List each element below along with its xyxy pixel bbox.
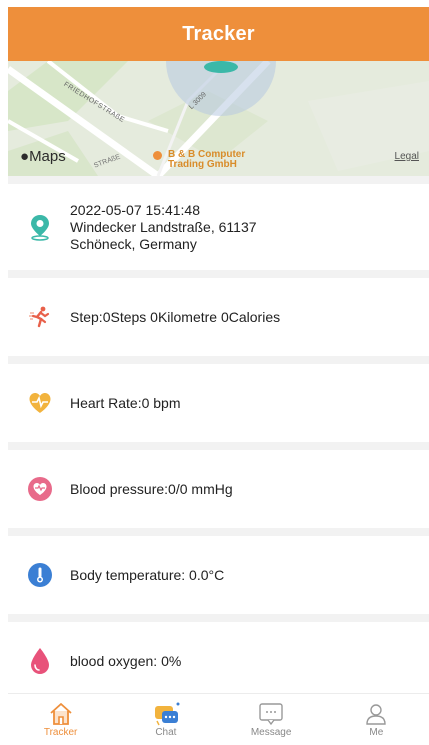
tab-label: Message [250,727,292,738]
maps-logo: ●Maps [20,148,66,165]
apple-logo-icon: ● [20,148,30,165]
poi-label[interactable]: B & B Computer Trading GmbH [168,150,245,170]
blood-oxygen-row[interactable]: blood oxygen: 0% [8,622,429,700]
person-icon [364,701,388,727]
divider [8,270,429,278]
header-bar: Tracker [8,7,429,61]
divider [8,442,429,450]
chat-icon [151,701,181,727]
blood-drop-icon [26,647,54,675]
location-datetime: 2022-05-07 15:41:48 [70,201,200,218]
tab-tracker[interactable]: Tracker [21,701,101,738]
tab-label: Chat [155,727,177,738]
map-view[interactable]: FRIEDHOFSTRAßE L 3009 STRAßE ●Maps B & B… [8,61,429,176]
divider [8,614,429,622]
blood-oxygen-label: blood oxygen: 0% [70,653,182,669]
legal-link[interactable]: Legal [395,151,419,162]
divider [8,356,429,364]
location-row[interactable]: 2022-05-07 15:41:48 Windecker Landstraße… [8,184,429,270]
home-icon [48,701,74,727]
thermometer-icon [26,561,54,589]
tab-message[interactable]: Message [231,701,311,738]
tab-chat[interactable]: Chat [126,701,206,738]
body-temperature-label: Body temperature: 0.0°C [70,567,225,583]
poi-marker-icon [153,151,162,160]
tab-me[interactable]: Me [336,701,416,738]
location-address-line2: Schöneck, Germany [70,235,197,252]
divider [8,176,429,184]
steps-label: Step:0Steps 0Kilometre 0Calories [70,309,281,325]
blood-pressure-label: Blood pressure:0/0 mmHg [70,481,233,497]
running-icon [26,303,54,331]
steps-row[interactable]: Step:0Steps 0Kilometre 0Calories [8,278,429,356]
location-pin-icon [26,213,54,241]
tab-label: Tracker [43,727,78,738]
heart-rate-row[interactable]: Heart Rate:0 bpm [8,364,429,442]
location-address-line1: Windecker Landstraße, 61137 [70,218,257,235]
blood-pressure-icon [26,475,54,503]
page-title: Tracker [182,22,255,45]
bottom-tab-bar: Tracker Chat Message Me [8,693,429,745]
tab-label: Me [369,727,384,738]
message-icon [258,701,284,727]
heart-rate-label: Heart Rate:0 bpm [70,395,181,411]
heart-icon [26,389,54,417]
body-temperature-row[interactable]: Body temperature: 0.0°C [8,536,429,614]
blood-pressure-row[interactable]: Blood pressure:0/0 mmHg [8,450,429,528]
health-list: 2022-05-07 15:41:48 Windecker Landstraße… [8,176,429,700]
divider [8,528,429,536]
